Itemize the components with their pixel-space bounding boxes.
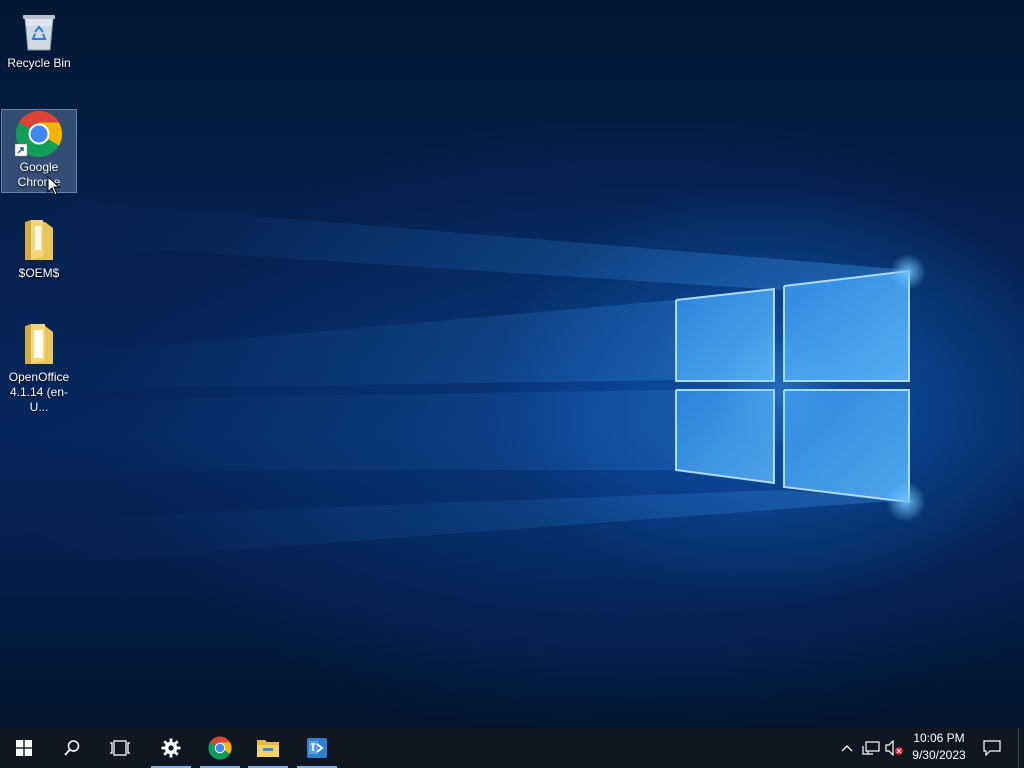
search-button[interactable] — [48, 728, 96, 768]
windows-logo-light-beams — [0, 200, 926, 560]
action-center-button[interactable] — [976, 728, 1008, 768]
desktop-icon-recycle-bin[interactable]: Recycle Bin — [2, 6, 76, 71]
show-hidden-icons-button[interactable] — [838, 728, 856, 768]
mouse-cursor-icon — [47, 175, 61, 201]
recycle-bin-icon — [15, 6, 63, 54]
folder-icon — [15, 216, 63, 264]
desktop-icon-label: Recycle Bin — [7, 56, 71, 70]
settings-icon — [161, 738, 181, 758]
file-explorer-icon — [257, 740, 279, 757]
taskbar-clock[interactable]: 10:06 PM 9/30/2023 — [906, 730, 972, 766]
clock-date: 9/30/2023 — [912, 748, 966, 762]
desktop-wallpaper — [0, 0, 1024, 728]
chrome-icon — [208, 736, 232, 760]
desktop-icon-label: Google Chrome — [17, 160, 61, 189]
taskbar: 10:06 PM 9/30/2023 — [0, 728, 1024, 768]
chevron-up-icon — [841, 745, 853, 752]
desktop-icon-label: OpenOffice 4.1.14 (en-U... — [8, 370, 70, 414]
file-explorer-taskbar-button[interactable] — [244, 728, 292, 768]
task-view-button[interactable] — [96, 728, 144, 768]
show-desktop-button[interactable] — [1018, 728, 1019, 768]
network-button[interactable] — [860, 728, 882, 768]
windows-start-icon — [16, 740, 32, 756]
desktop-icon-oem-folder[interactable]: $OEM$ — [2, 216, 76, 281]
remote-desktop-taskbar-button[interactable] — [293, 728, 341, 768]
chrome-icon — [14, 110, 63, 158]
task-view-icon — [110, 740, 130, 756]
remote-desktop-icon — [307, 738, 327, 758]
folder-icon — [15, 320, 63, 368]
desktop-icon-openoffice-folder[interactable]: OpenOffice 4.1.14 (en-U... — [2, 320, 76, 415]
clock-time: 10:06 PM — [913, 731, 965, 745]
search-icon — [64, 740, 80, 756]
start-button[interactable] — [0, 728, 48, 768]
volume-button[interactable] — [884, 728, 906, 768]
desktop-icon-google-chrome[interactable]: Google Chrome — [1, 109, 77, 193]
desktop-icon-label: $OEM$ — [18, 266, 60, 280]
volume-muted-icon — [885, 740, 903, 756]
action-center-icon — [983, 740, 1001, 756]
settings-taskbar-button[interactable] — [147, 728, 195, 768]
chrome-taskbar-button[interactable] — [196, 728, 244, 768]
network-icon — [862, 741, 880, 755]
